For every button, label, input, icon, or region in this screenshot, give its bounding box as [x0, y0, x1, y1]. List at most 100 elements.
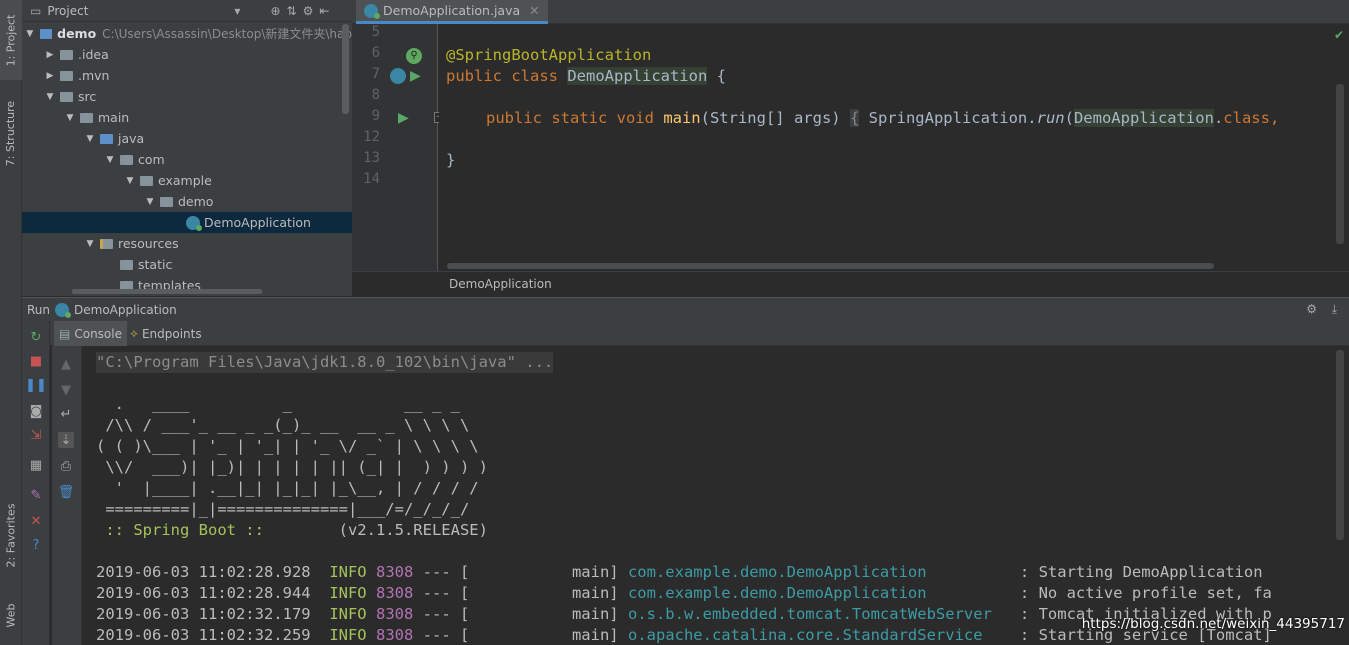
web-tool-tab[interactable]: Web — [0, 590, 22, 640]
tree-item-idea[interactable]: ▶ .idea — [22, 44, 352, 65]
arrow-down-icon[interactable]: ▼ — [58, 382, 74, 398]
spring-bean-icon[interactable]: ⚲ — [406, 48, 422, 64]
tree-item-java[interactable]: ▼ java — [22, 128, 352, 149]
line-number: 8 — [371, 87, 380, 103]
line-number: 13 — [363, 150, 380, 166]
folder-icon — [120, 259, 133, 270]
stop-icon[interactable]: ■ — [28, 353, 44, 369]
expanded-arrow-icon[interactable]: ▼ — [44, 92, 56, 102]
banner-line: ' |____| .__|_| |_|_| |_\__, | / / / / — [96, 479, 479, 497]
tab-demoapplication-java[interactable]: DemoApplication.java ✕ — [356, 0, 548, 24]
code-editor[interactable]: @SpringBootApplication public class Demo… — [439, 24, 1336, 271]
banner-line: /\\ / ___'_ __ _ _(_)_ __ __ _ \ \ \ \ — [96, 416, 470, 434]
expanded-arrow-icon[interactable]: ▼ — [84, 134, 96, 144]
arrow-up-icon[interactable]: ▲ — [58, 356, 74, 372]
run-gutter-icon[interactable]: ▶ — [410, 68, 421, 84]
tree-item-demo-package[interactable]: ▼ demo — [22, 191, 352, 212]
spring-boot-version-line: :: Spring Boot :: (v2.1.5.RELEASE) — [96, 521, 488, 539]
layout-icon[interactable]: ▦ — [28, 457, 44, 473]
breadcrumb-item[interactable]: DemoApplication — [449, 277, 552, 291]
tree-item-demo-root[interactable]: ▼ demo C:\Users\Assassin\Desktop\新建文件夹\ha… — [22, 23, 352, 44]
pin-icon[interactable]: ✎ — [28, 487, 44, 503]
code-line-13: } — [446, 151, 456, 169]
tree-item-static[interactable]: static — [22, 254, 352, 275]
expanded-arrow-icon[interactable]: ▼ — [84, 239, 96, 249]
package-icon — [120, 154, 133, 165]
horizontal-scrollbar[interactable] — [72, 289, 262, 294]
banner-line: \\/ ___)| |_)| | | | | || (_| | ) ) ) ) — [96, 458, 488, 476]
module-folder-icon — [39, 28, 53, 39]
banner-line: =========|_|==============|___/=/_/_/_/ — [96, 500, 470, 518]
dropdown-chevron-icon[interactable]: ▾ — [234, 4, 240, 18]
line-number: 14 — [363, 171, 380, 187]
spring-class-icon — [55, 302, 72, 318]
tree-item-com[interactable]: ▼ com — [22, 149, 352, 170]
favorites-tool-tab[interactable]: 2: Favorites — [0, 490, 22, 580]
project-title[interactable]: Project — [47, 4, 88, 18]
editor-gutter: 5 6 7 8 9 12 13 14 ⚲ ▶ ▶ + — [352, 24, 445, 271]
collapsed-arrow-icon[interactable]: ▶ — [44, 50, 56, 60]
run-config-name[interactable]: DemoApplication — [74, 303, 177, 317]
breadcrumb: DemoApplication — [352, 271, 1349, 296]
log-line: 2019-06-03 11:02:28.944 INFO 8308 --- [ … — [96, 584, 1272, 602]
editor-tab-bar: DemoApplication.java ✕ — [352, 0, 1349, 24]
gear-icon[interactable]: ⚙ — [303, 4, 314, 18]
source-folder-icon — [100, 133, 113, 144]
collapsed-arrow-icon[interactable]: ▶ — [44, 71, 56, 81]
tab-endpoints[interactable]: ⟡ Endpoints — [125, 321, 207, 346]
gear-icon[interactable]: ⚙ — [1306, 302, 1317, 316]
soft-wrap-icon[interactable]: ↵ — [58, 406, 74, 422]
expanded-arrow-icon[interactable]: ▼ — [24, 29, 36, 39]
tree-item-src[interactable]: ▼ src — [22, 86, 352, 107]
tree-item-main[interactable]: ▼ main — [22, 107, 352, 128]
help-icon[interactable]: ? — [28, 537, 44, 553]
rerun-icon[interactable]: ↻ — [28, 329, 44, 345]
collapse-icon[interactable]: ⇅ — [287, 4, 297, 18]
run-gutter-icon[interactable]: ▶ — [398, 110, 409, 126]
vertical-scrollbar[interactable] — [342, 24, 349, 114]
hide-panel-icon[interactable]: ⤓ — [1332, 302, 1337, 317]
camera-icon[interactable]: ◙ — [28, 403, 44, 419]
spring-boot-icon[interactable] — [390, 68, 406, 84]
scroll-to-end-icon[interactable]: ⇣ — [58, 432, 74, 448]
console-vertical-scrollbar[interactable] — [1336, 350, 1344, 540]
tree-item-resources[interactable]: ▼ resources — [22, 233, 352, 254]
project-tool-tab[interactable]: 1: Project — [0, 0, 22, 80]
expanded-arrow-icon[interactable]: ▼ — [104, 155, 116, 165]
run-tabs: ▤ Console ⟡ Endpoints — [22, 321, 1349, 346]
trash-icon[interactable]: 🗑 — [58, 484, 75, 500]
folder-icon — [80, 112, 93, 123]
line-number: 9 — [371, 108, 380, 124]
expanded-arrow-icon[interactable]: ▼ — [64, 113, 76, 123]
line-number: 7 — [371, 66, 380, 82]
folded-code-block[interactable]: { — [849, 109, 860, 127]
tree-item-demoapplication[interactable]: DemoApplication — [22, 212, 352, 233]
project-pane: ▭ Project ▾ ⊕ ⇅ ⚙ ⇤ ▼ demo C:\Users\Assas… — [22, 0, 352, 296]
code-line-7: public class DemoApplication { — [446, 67, 726, 85]
spring-class-icon — [186, 215, 202, 231]
expanded-arrow-icon[interactable]: ▼ — [144, 197, 156, 207]
tab-console[interactable]: ▤ Console — [54, 321, 127, 346]
folder-icon: ▭ — [30, 3, 42, 18]
close-icon[interactable]: ✕ — [529, 3, 539, 18]
editor-horizontal-scrollbar[interactable] — [447, 263, 1214, 269]
watermark-url: https://blog.csdn.net/weixin_44395717 — [1081, 616, 1345, 632]
exit-icon[interactable]: ⇲ — [28, 427, 44, 443]
console-toolbar: ▲ ▼ ↵ ⇣ ⎙ 🗑 — [52, 346, 82, 645]
line-number: 6 — [371, 45, 380, 61]
hide-icon[interactable]: ⇤ — [319, 4, 329, 18]
pause-icon[interactable]: ❚❚ — [25, 377, 47, 393]
structure-tool-tab[interactable]: 7: Structure — [0, 88, 22, 178]
editor-vertical-scrollbar[interactable] — [1336, 84, 1344, 244]
console-output[interactable]: "C:\Program Files\Java\jdk1.8.0_102\bin\… — [82, 346, 1336, 645]
run-toolbar: ↻ ■ ❚❚ ◙ ⇲ ▦ ✎ ✕ ? — [22, 321, 50, 645]
tree-item-example[interactable]: ▼ example — [22, 170, 352, 191]
close-icon[interactable]: ✕ — [28, 513, 44, 529]
folder-icon — [60, 49, 73, 60]
locate-icon[interactable]: ⊕ — [270, 4, 280, 18]
banner-line: . ____ _ __ _ _ — [96, 395, 460, 413]
console-icon: ▤ — [59, 326, 71, 341]
expanded-arrow-icon[interactable]: ▼ — [124, 176, 136, 186]
tree-item-mvn[interactable]: ▶ .mvn — [22, 65, 352, 86]
print-icon[interactable]: ⎙ — [58, 458, 74, 474]
